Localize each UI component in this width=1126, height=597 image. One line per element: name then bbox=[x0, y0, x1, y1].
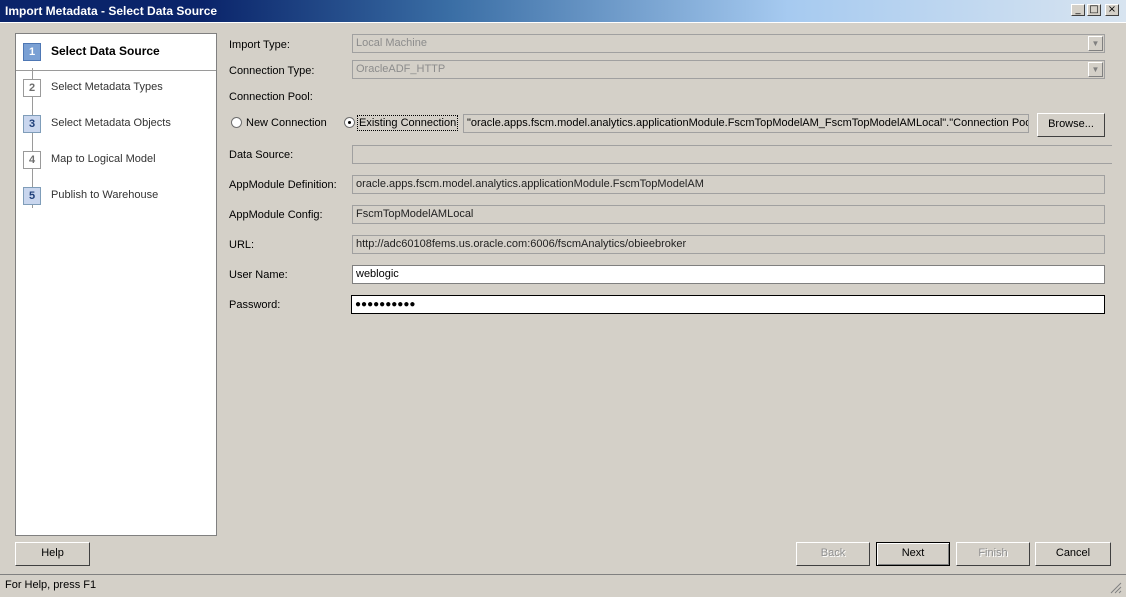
new-connection-radio[interactable] bbox=[231, 117, 242, 128]
appmodule-config-field[interactable]: FscmTopModelAMLocal bbox=[352, 205, 1105, 224]
step-select-metadata-objects[interactable]: 3 Select Metadata Objects bbox=[16, 106, 216, 142]
back-button[interactable]: Back bbox=[796, 542, 870, 566]
step-number: 5 bbox=[23, 187, 41, 205]
url-field[interactable]: http://adc60108fems.us.oracle.com:6006/f… bbox=[352, 235, 1105, 254]
import-type-label: Import Type: bbox=[229, 39, 290, 51]
chevron-down-icon[interactable]: ▼ bbox=[1088, 36, 1103, 51]
existing-connection-field: "oracle.apps.fscm.model.analytics.applic… bbox=[463, 114, 1029, 133]
import-type-value: Local Machine bbox=[356, 37, 427, 49]
cancel-button[interactable]: Cancel bbox=[1035, 542, 1111, 566]
step-label: Select Metadata Objects bbox=[51, 117, 171, 129]
maximize-button[interactable]: □ bbox=[1087, 4, 1101, 16]
step-map-to-logical-model[interactable]: 4 Map to Logical Model bbox=[16, 142, 216, 178]
data-source-label: Data Source: bbox=[229, 149, 294, 161]
appmodule-config-label: AppModule Config: bbox=[229, 209, 323, 221]
browse-button[interactable]: Browse... bbox=[1037, 113, 1105, 137]
help-button[interactable]: Help bbox=[15, 542, 90, 566]
connection-type-select[interactable]: OracleADF_HTTP ▼ bbox=[352, 60, 1105, 79]
step-label: Map to Logical Model bbox=[51, 153, 156, 165]
window-title: Import Metadata - Select Data Source bbox=[5, 4, 218, 18]
new-connection-label[interactable]: New Connection bbox=[246, 117, 327, 129]
username-input[interactable]: weblogic bbox=[352, 265, 1105, 284]
data-source-field[interactable] bbox=[352, 145, 1112, 164]
status-text: For Help, press F1 bbox=[5, 579, 97, 591]
appmodule-definition-label: AppModule Definition: bbox=[229, 179, 337, 191]
step-number: 3 bbox=[23, 115, 41, 133]
step-select-data-source[interactable]: 1 Select Data Source bbox=[16, 34, 216, 71]
import-type-select[interactable]: Local Machine ▼ bbox=[352, 34, 1105, 53]
connection-type-label: Connection Type: bbox=[229, 65, 315, 77]
step-label: Select Metadata Types bbox=[51, 81, 163, 93]
username-label: User Name: bbox=[229, 269, 288, 281]
finish-button[interactable]: Finish bbox=[956, 542, 1030, 566]
step-number: 1 bbox=[23, 43, 41, 61]
minimize-button[interactable]: _ bbox=[1071, 4, 1085, 16]
password-input[interactable]: ●●●●●●●●●● bbox=[351, 295, 1105, 314]
step-number: 4 bbox=[23, 151, 41, 169]
status-bar: For Help, press F1 bbox=[0, 574, 1126, 597]
resize-grip-icon[interactable] bbox=[1110, 582, 1122, 594]
password-label: Password: bbox=[229, 299, 281, 311]
wizard-steps-panel: 1 Select Data Source 2 Select Metadata T… bbox=[15, 33, 217, 536]
title-bar: Import Metadata - Select Data Source _ □… bbox=[0, 0, 1126, 23]
chevron-down-icon[interactable]: ▼ bbox=[1088, 62, 1103, 77]
step-label: Publish to Warehouse bbox=[51, 189, 159, 201]
url-label: URL: bbox=[229, 239, 255, 251]
existing-connection-radio[interactable] bbox=[344, 117, 355, 128]
next-button[interactable]: Next bbox=[876, 542, 950, 566]
existing-connection-label[interactable]: Existing Connection bbox=[357, 115, 459, 131]
appmodule-definition-field[interactable]: oracle.apps.fscm.model.analytics.applica… bbox=[352, 175, 1105, 194]
connection-pool-label: Connection Pool: bbox=[229, 91, 313, 103]
radio-selected-dot bbox=[348, 121, 351, 124]
close-button[interactable]: × bbox=[1105, 4, 1119, 16]
step-label: Select Data Source bbox=[51, 44, 160, 58]
step-publish-to-warehouse[interactable]: 5 Publish to Warehouse bbox=[16, 178, 216, 214]
step-select-metadata-types[interactable]: 2 Select Metadata Types bbox=[16, 70, 216, 106]
connection-type-value: OracleADF_HTTP bbox=[356, 63, 446, 75]
step-number: 2 bbox=[23, 79, 41, 97]
